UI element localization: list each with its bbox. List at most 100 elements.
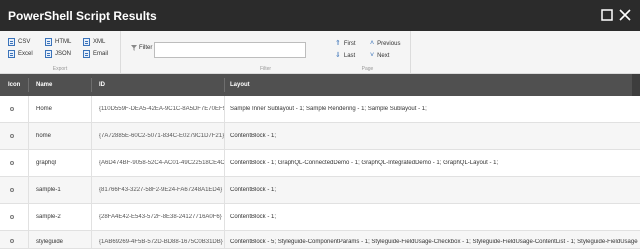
export-email-button[interactable]: Email <box>83 50 108 58</box>
cell-name: home <box>36 133 52 139</box>
first-page-label: First <box>343 40 356 47</box>
previous-page-button[interactable]: ˄ Previous <box>370 40 400 47</box>
title-bar: PowerShell Script Results <box>0 0 640 31</box>
cell-divider <box>28 96 29 123</box>
close-icon[interactable] <box>618 8 632 22</box>
page-group-caption: Page <box>361 66 374 72</box>
filter-label-text: Filter <box>139 45 153 51</box>
chevron-down-icon: ˅ <box>370 52 375 59</box>
cell-divider <box>28 123 29 150</box>
last-page-label: Last <box>343 52 356 59</box>
cell-divider <box>91 177 92 204</box>
next-page-label: Next <box>377 52 390 59</box>
excel-icon <box>8 50 15 58</box>
cell-divider <box>224 123 225 150</box>
window-title: PowerShell Script Results <box>8 9 157 23</box>
column-divider[interactable] <box>28 78 29 92</box>
export-xml-button[interactable]: XML <box>83 38 105 46</box>
table-row[interactable]: styleguide {1AB69269-4F5B-572D-BD88-1675… <box>0 231 640 249</box>
export-csv-button[interactable]: CSV <box>8 38 30 46</box>
cell-divider <box>28 150 29 177</box>
cell-divider <box>224 204 225 231</box>
export-csv-label: CSV <box>18 39 31 45</box>
page-group: ⇑ First ⇓ Last ˄ Previous ˅ Next Page <box>325 31 411 74</box>
scrollbar-corner <box>632 74 640 96</box>
cell-divider <box>28 204 29 231</box>
cell-layout: ContentBlock - 1; <box>230 133 277 139</box>
item-icon <box>10 107 14 111</box>
cell-divider <box>91 204 92 231</box>
filter-input[interactable] <box>154 42 306 58</box>
cell-divider <box>224 177 225 204</box>
cell-divider <box>91 96 92 123</box>
cell-layout: ContentBlock - 1; <box>230 187 277 193</box>
json-icon <box>45 50 52 58</box>
item-icon <box>10 134 14 138</box>
export-xml-label: XML <box>93 39 106 45</box>
html-icon <box>45 38 52 46</box>
chevron-up-icon: ˄ <box>370 40 375 47</box>
cell-layout: Sample Inner Sublayout - 1; Sample Rende… <box>230 106 427 112</box>
export-json-label: JSON <box>55 51 72 57</box>
item-icon <box>10 188 14 192</box>
filter-label: Filter <box>131 45 152 51</box>
ribbon-toolbar: CSV Excel HTML JSON XML Email Export Fil… <box>0 31 640 74</box>
cell-divider <box>91 231 92 249</box>
column-header-name[interactable]: Name <box>36 82 52 88</box>
cell-layout: ContentBlock - 1; GraphQL-ConnectedDemo … <box>230 160 499 166</box>
export-group: CSV Excel HTML JSON XML Email Export <box>0 31 121 74</box>
cell-id: {A6D474BF-9058-52C4-AC01-49C22518CE4C} <box>99 160 224 166</box>
export-excel-label: Excel <box>18 51 33 57</box>
item-icon <box>10 161 14 165</box>
cell-divider <box>224 150 225 177</box>
column-divider[interactable] <box>91 78 92 92</box>
double-chevron-up-icon: ⇑ <box>335 40 341 47</box>
cell-name: sample-2 <box>36 214 61 220</box>
item-icon <box>10 215 14 219</box>
last-page-button[interactable]: ⇓ Last <box>335 52 355 59</box>
email-icon <box>83 50 90 58</box>
cell-name: sample-1 <box>36 187 61 193</box>
column-header-icon[interactable]: Icon <box>8 82 20 88</box>
previous-page-label: Previous <box>377 40 401 47</box>
cell-divider <box>91 150 92 177</box>
table-row[interactable]: home {7A72885E-60C2-5071-834C-E0279C1D7F… <box>0 123 640 150</box>
column-divider[interactable] <box>224 78 225 92</box>
first-page-button[interactable]: ⇑ First <box>335 40 356 47</box>
grid-header: Icon Name ID Layout <box>0 74 640 96</box>
xml-icon <box>83 38 90 46</box>
cell-id: {81766F43-3227-58F2-9E24-FA67248A1ED4} <box>99 187 223 193</box>
double-chevron-down-icon: ⇓ <box>335 52 341 59</box>
export-html-label: HTML <box>55 39 72 45</box>
maximize-icon[interactable] <box>600 8 614 22</box>
table-row[interactable]: Home {110D559F-DEA5-42EA-9C1C-8A5DF7E70E… <box>0 96 640 123</box>
next-page-button[interactable]: ˅ Next <box>370 52 389 59</box>
cell-divider <box>224 231 225 249</box>
cell-name: styleguide <box>36 239 64 245</box>
cell-divider <box>28 177 29 204</box>
item-icon <box>10 239 14 243</box>
table-row[interactable]: graphql {A6D474BF-9058-52C4-AC01-49C2251… <box>0 150 640 177</box>
cell-id: {110D559F-DEA5-42EA-9C1C-8A5DF7E70EF9} <box>99 106 224 112</box>
export-html-button[interactable]: HTML <box>45 38 71 46</box>
column-header-layout[interactable]: Layout <box>230 82 250 88</box>
cell-layout: ContentBlock - 1; <box>230 214 277 220</box>
cell-name: graphql <box>36 160 57 166</box>
cell-divider <box>91 123 92 150</box>
csv-icon <box>8 38 15 46</box>
table-row[interactable]: sample-1 {81766F43-3227-58F2-9E24-FA6724… <box>0 177 640 204</box>
export-group-caption: Export <box>52 66 68 72</box>
cell-id: {28FA4E42-E543-572F-8E38-24127716A0F6} <box>99 214 222 220</box>
table-row[interactable]: sample-2 {28FA4E42-E543-572F-8E38-241277… <box>0 204 640 231</box>
cell-divider <box>28 231 29 249</box>
export-json-button[interactable]: JSON <box>45 50 71 58</box>
cell-layout: ContentBlock - 5; Styleguide-ComponentPa… <box>230 239 638 245</box>
cell-divider <box>224 96 225 123</box>
column-header-id[interactable]: ID <box>99 82 105 88</box>
cell-name: Home <box>36 106 53 112</box>
filter-icon <box>131 45 137 51</box>
export-excel-button[interactable]: Excel <box>8 50 33 58</box>
export-email-label: Email <box>93 51 109 57</box>
cell-id: {1AB69269-4F5B-572D-BD88-1675C0B31DB} <box>99 239 223 245</box>
cell-id: {7A72885E-60C2-5071-834C-E0279C1D7F21} <box>99 133 224 139</box>
